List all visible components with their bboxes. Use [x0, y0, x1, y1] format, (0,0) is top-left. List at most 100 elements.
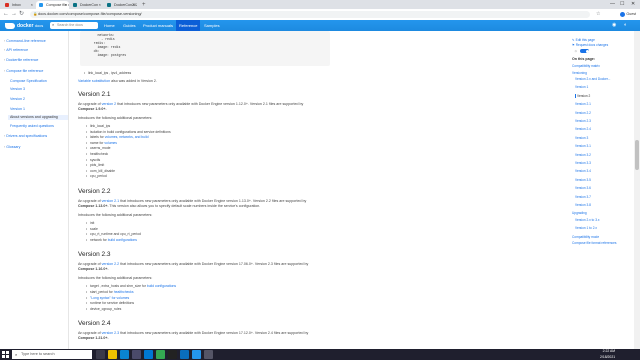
tab-favicon-icon [73, 3, 77, 7]
list-item: link_local_ips , ipv4_address [84, 71, 131, 76]
browser-tab[interactable]: Compose file versions and upg...× [36, 1, 69, 9]
close-window-button[interactable]: ✕ [631, 0, 635, 8]
docker-icon[interactable] [192, 350, 201, 359]
inline-code: name [90, 140, 99, 145]
toc-item[interactable]: Version 2.x and Docker... [575, 77, 610, 82]
list-link[interactable]: build configurations [108, 238, 137, 242]
toc-item[interactable]: Compatibility mode [572, 235, 599, 240]
close-tab-icon[interactable]: × [31, 1, 33, 9]
url-bar[interactable]: 🔒 docs.docker.com/compose/compose-file/c… [30, 11, 590, 18]
close-tab-icon[interactable]: × [133, 1, 135, 9]
mail-icon[interactable] [144, 350, 153, 359]
compose-version-text: Compose 1.21.0+. [78, 336, 109, 341]
minimize-button[interactable]: — [610, 0, 615, 8]
new-tab-button[interactable]: + [142, 1, 146, 9]
header-nav-item[interactable]: Product manuals [140, 20, 176, 31]
windows-taskbar: ⌕ Type here to search 2:22 AM 2/18/2021 [0, 349, 640, 360]
version-link[interactable]: version 2.3 [102, 331, 120, 335]
version-link[interactable]: version 2.1 [102, 199, 120, 203]
toc-item[interactable]: Version 3.1 [575, 144, 591, 149]
list-link[interactable]: volumes, networks, and build [105, 135, 149, 139]
toc-action[interactable]: ⚑ Request docs changes [572, 43, 608, 48]
taskbar-search-input[interactable]: ⌕ Type here to search [12, 350, 92, 359]
terminal-icon[interactable] [168, 350, 177, 359]
sidebar-item[interactable]: Frequently asked questions [10, 124, 54, 129]
toc-item[interactable]: Version 2.x to 3.x [575, 218, 599, 223]
toc-item[interactable]: Version 2.2 [575, 111, 591, 116]
toc-item[interactable]: Version 3.3 [575, 161, 591, 166]
sidebar-item[interactable]: Version 2 [10, 97, 25, 102]
inline-code: init [90, 221, 95, 225]
sidebar-item-label: Compose Specification [10, 79, 47, 83]
sidebar-item[interactable]: ›Glossary [4, 145, 20, 150]
theme-toggle[interactable] [580, 49, 589, 53]
toc-item[interactable]: Version 3.5 [575, 178, 591, 183]
toc-item[interactable]: Upgrading [572, 211, 587, 216]
reload-button[interactable]: ↻ [19, 10, 24, 19]
header-nav-item[interactable]: Reference [176, 20, 201, 31]
back-button[interactable]: ← [3, 10, 9, 19]
toc-item[interactable]: Version 3.8 [575, 203, 591, 208]
forward-button[interactable]: → [11, 10, 17, 19]
variable-substitution-link[interactable]: Variable substitution [78, 79, 110, 83]
github-icon[interactable]: ◉ [612, 20, 616, 31]
header-nav-item[interactable]: Samples [201, 20, 223, 31]
toc-action[interactable]: ✎ Edit this page [572, 38, 595, 43]
close-tab-icon[interactable]: × [99, 1, 101, 9]
sidebar-item[interactable]: ›Drivers and specifications [4, 134, 47, 139]
toc-item[interactable]: Version 3.7 [575, 195, 591, 200]
profile-button[interactable]: Guest [620, 11, 636, 18]
toc-item[interactable]: Versioning [572, 71, 587, 76]
sidebar-item[interactable]: ›Command-line reference [4, 39, 46, 44]
browser-tab[interactable]: DockerCon2020× [104, 1, 137, 9]
windows-start-icon[interactable] [2, 351, 9, 358]
toc-item[interactable]: Version 3.4 [575, 169, 591, 174]
sidebar-item[interactable]: About versions and upgrading [8, 115, 68, 120]
header-nav-item[interactable]: Guides [120, 20, 139, 31]
browser-tab[interactable]: Inbox × [2, 1, 35, 9]
browser-tab[interactable]: DockerCon × [70, 1, 103, 9]
store-icon[interactable] [132, 350, 141, 359]
toc-item[interactable]: Version 2.1 [575, 102, 591, 107]
version-link[interactable]: version 2 [102, 102, 117, 106]
maximize-button[interactable]: ☐ [620, 0, 624, 8]
list-item: isolation in build configurations and se… [86, 130, 171, 135]
sidebar-item[interactable]: Version 1 [10, 107, 25, 112]
theme-icon[interactable]: ◐ [624, 20, 627, 31]
list-link[interactable]: volumes [104, 141, 117, 145]
star-icon[interactable]: ☆ [596, 11, 600, 18]
docker-logo[interactable]: docker docs [5, 21, 43, 30]
chrome-icon[interactable] [156, 350, 165, 359]
sidebar-item[interactable]: Version 3 [10, 87, 25, 92]
toc-item[interactable]: Version 1 to 2.x [575, 226, 597, 231]
toc-item[interactable]: Version 3.6 [575, 186, 591, 191]
clock[interactable]: 2:22 AM 2/18/2021 [600, 349, 615, 360]
page-scrollbar[interactable] [634, 31, 640, 349]
toc-item[interactable]: Version 2 [575, 93, 590, 99]
toc-item[interactable]: Version 2.3 [575, 119, 591, 124]
toc-item[interactable]: Version 2.4 [575, 127, 591, 132]
task-view-icon[interactable] [96, 350, 105, 359]
params-intro: Introduces the following additional para… [78, 213, 153, 217]
list-link[interactable]: "Long syntax" for volumes [90, 296, 129, 300]
vscode-icon[interactable] [180, 350, 189, 359]
file-explorer-icon[interactable] [108, 350, 117, 359]
list-link[interactable]: healthchecks [114, 290, 134, 294]
sidebar-item[interactable]: ›Compose file reference [4, 69, 43, 74]
toc-item[interactable]: Version 1 [575, 85, 588, 90]
sidebar-item[interactable]: ›API reference [4, 48, 28, 53]
scrollbar-thumb[interactable] [635, 140, 639, 170]
toc-item[interactable]: Compatibility matrix [572, 64, 600, 69]
header-nav-item[interactable]: Home [101, 20, 118, 31]
sidebar-item[interactable]: Compose Specification [10, 79, 47, 84]
close-tab-icon[interactable]: × [65, 1, 67, 9]
sidebar-item[interactable]: ›Dockerfile reference [4, 58, 38, 63]
toc-item[interactable]: Version 3 [575, 136, 588, 141]
toc-item[interactable]: Compose file format references [572, 241, 616, 246]
list-link[interactable]: build configurations [147, 284, 176, 288]
docs-search-input[interactable]: ⌕ Search the docs [50, 22, 98, 29]
toc-item[interactable]: Version 3.2 [575, 153, 591, 158]
version-link[interactable]: version 2.2 [102, 262, 120, 266]
edge-icon[interactable] [120, 350, 129, 359]
settings-icon[interactable] [204, 350, 213, 359]
